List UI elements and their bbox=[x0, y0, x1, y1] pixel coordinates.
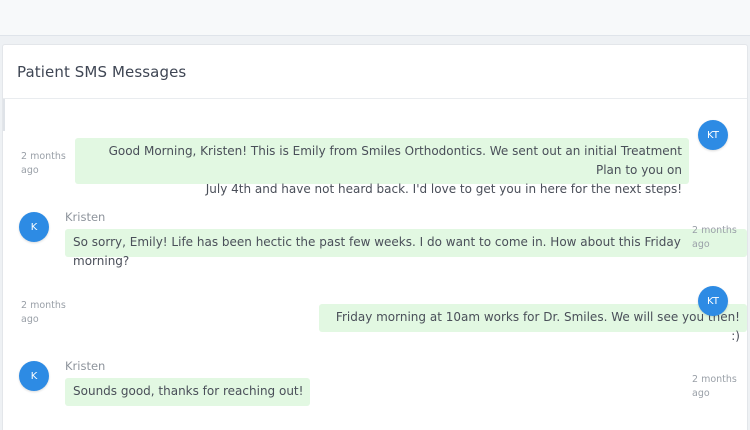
avatar-initials: K bbox=[30, 370, 38, 382]
panel-header: Patient SMS Messages bbox=[3, 45, 747, 99]
timestamp-line: ago bbox=[692, 239, 710, 250]
message-timestamp: 2 months ago bbox=[21, 299, 69, 327]
timestamp-line: 2 months bbox=[692, 225, 737, 236]
timestamp-line: 2 months bbox=[21, 151, 66, 162]
outgoing-message-bubble: Good Morning, Kristen! This is Emily fro… bbox=[75, 138, 689, 196]
incoming-message-bubble: So sorry, Emily! Life has been hectic th… bbox=[65, 229, 747, 268]
top-bar bbox=[0, 0, 750, 36]
avatar-initials: K bbox=[30, 221, 38, 233]
timestamp-line: ago bbox=[21, 165, 39, 176]
avatar-initials: KT bbox=[707, 129, 719, 141]
message-text: July 4th and have not heard back. I'd lo… bbox=[205, 182, 682, 196]
message-timestamp: 2 months ago bbox=[692, 224, 740, 252]
timestamp-line: 2 months bbox=[692, 374, 737, 385]
panel-title: Patient SMS Messages bbox=[17, 62, 187, 81]
sms-messages-panel: Patient SMS Messages 2 months ago Good M… bbox=[2, 44, 748, 430]
sender-name: Kristen bbox=[65, 210, 106, 224]
avatar-initials: KT bbox=[707, 295, 719, 307]
avatar-staff: KT bbox=[698, 286, 728, 316]
outgoing-message-bubble: Friday morning at 10am works for Dr. Smi… bbox=[319, 304, 747, 343]
message-text: So sorry, Emily! Life has been hectic th… bbox=[73, 235, 681, 268]
message-text: Good Morning, Kristen! This is Emily fro… bbox=[108, 144, 682, 177]
message-thread[interactable]: 2 months ago Good Morning, Kristen! This… bbox=[3, 100, 747, 430]
sender-name: Kristen bbox=[65, 359, 106, 373]
timestamp-line: ago bbox=[21, 314, 39, 325]
timestamp-line: 2 months bbox=[21, 300, 66, 311]
timestamp-line: ago bbox=[692, 388, 710, 399]
avatar-staff: KT bbox=[698, 120, 728, 150]
message-timestamp: 2 months ago bbox=[692, 373, 740, 401]
message-text: Sounds good, thanks for reaching out! bbox=[73, 384, 304, 398]
avatar-patient: K bbox=[19, 212, 49, 242]
message-timestamp: 2 months ago bbox=[21, 150, 69, 178]
avatar-patient: K bbox=[19, 361, 49, 391]
message-text: Friday morning at 10am works for Dr. Smi… bbox=[335, 310, 740, 343]
incoming-message-bubble: Sounds good, thanks for reaching out! bbox=[65, 378, 311, 406]
